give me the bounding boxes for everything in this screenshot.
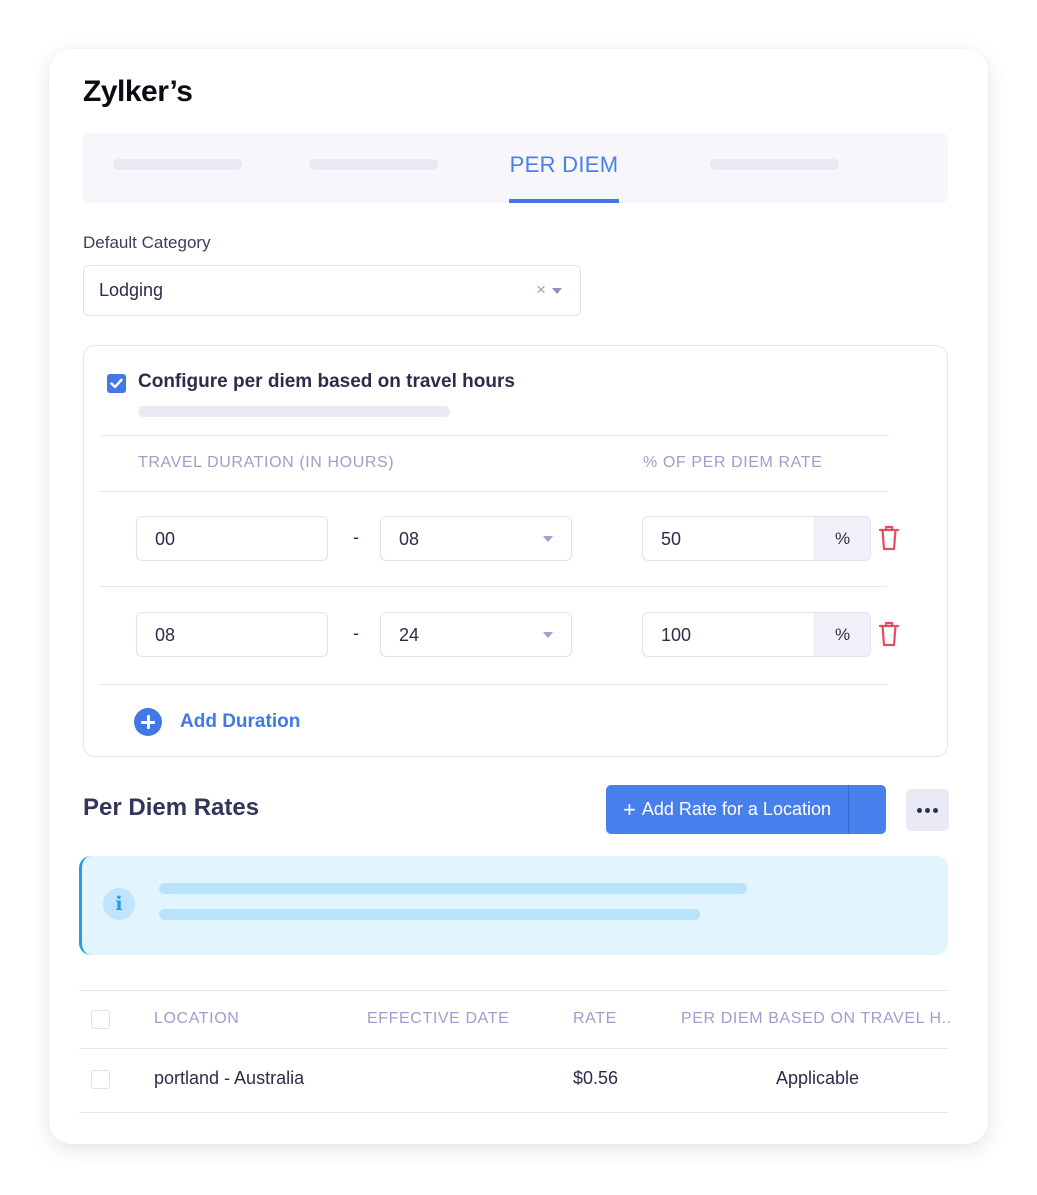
default-category-value: Lodging (99, 280, 164, 300)
range-separator: - (353, 623, 359, 643)
duration-to-select[interactable]: 24 (380, 612, 572, 657)
more-options-button[interactable] (906, 789, 949, 831)
add-duration-button[interactable]: Add Duration (134, 707, 300, 737)
active-tab-indicator (509, 199, 619, 203)
cell-based-on-hours: Applicable (776, 1068, 860, 1088)
clear-icon[interactable]: × (536, 280, 546, 300)
add-duration-label: Add Duration (180, 711, 301, 732)
percent-input[interactable]: 100 % (642, 612, 871, 657)
tab-placeholder-2[interactable] (309, 159, 438, 170)
divider (99, 684, 887, 685)
percent-suffix: % (814, 517, 870, 560)
travel-hours-checkbox-label: Configure per diem based on travel hours (138, 371, 515, 392)
add-rate-label: Add Rate for a Location (641, 799, 831, 819)
default-category-label: Default Category (83, 233, 211, 252)
chevron-down-icon (543, 536, 553, 542)
chevron-down-icon[interactable] (552, 288, 562, 294)
duration-from-value: 08 (155, 625, 176, 645)
info-text-placeholder (159, 909, 700, 920)
tab-per-diem-label: PER DIEM (509, 152, 619, 177)
duration-to-select[interactable]: 08 (380, 516, 572, 561)
row-checkbox[interactable] (91, 1070, 110, 1089)
col-header-per-diem-travel-hours[interactable]: PER DIEM BASED ON TRAVEL H.. (681, 1010, 952, 1028)
tab-placeholder-4[interactable] (710, 159, 839, 170)
trash-icon[interactable] (877, 524, 901, 552)
divider (99, 491, 887, 492)
divider (99, 586, 887, 587)
dot (925, 807, 930, 813)
range-separator: - (353, 527, 359, 547)
default-category-select[interactable]: Lodging × (83, 265, 581, 316)
info-banner: i (79, 856, 948, 955)
col-header-rate[interactable]: RATE (573, 1010, 617, 1028)
tab-placeholder-1[interactable] (113, 159, 242, 170)
cell-rate: $0.56 (573, 1068, 619, 1088)
page-title: Zylker’s (83, 75, 193, 108)
dot (933, 807, 938, 813)
add-rate-button[interactable]: + Add Rate for a Location (606, 785, 848, 834)
percent-input[interactable]: 50 % (642, 516, 871, 561)
table-top-border (79, 990, 948, 991)
chevron-down-icon (543, 632, 553, 638)
plus-circle-icon (134, 708, 162, 736)
duration-from-value: 00 (155, 529, 176, 549)
checkmark-icon (110, 378, 123, 389)
travel-hours-panel: Configure per diem based on travel hours… (83, 345, 948, 757)
col-header-duration: TRAVEL DURATION (IN HOURS) (138, 454, 395, 471)
duration-to-value: 08 (399, 529, 420, 549)
percent-value: 50 (661, 529, 682, 549)
divider (79, 1048, 948, 1049)
info-icon: i (103, 888, 135, 920)
duration-from-input[interactable]: 00 (136, 516, 328, 561)
divider (101, 435, 889, 436)
duration-to-value: 24 (399, 625, 420, 645)
per-diem-rates-title: Per Diem Rates (83, 794, 260, 821)
add-rate-split-button: + Add Rate for a Location (606, 785, 886, 834)
description-placeholder (138, 406, 450, 417)
col-header-effective-date[interactable]: EFFECTIVE DATE (367, 1010, 509, 1028)
tab-bar: PER DIEM (83, 133, 948, 203)
settings-card: Zylker’s PER DIEM Default Category Lodgi… (49, 49, 988, 1144)
select-all-checkbox[interactable] (91, 1010, 110, 1029)
tab-per-diem[interactable]: PER DIEM (509, 133, 619, 203)
cell-location[interactable]: portland - Australia (154, 1068, 304, 1089)
duration-from-input[interactable]: 08 (136, 612, 328, 657)
percent-value: 100 (661, 625, 692, 645)
plus-icon: + (623, 796, 636, 822)
percent-suffix: % (814, 613, 870, 656)
dot (917, 807, 922, 813)
add-rate-dropdown-toggle[interactable] (849, 785, 886, 834)
travel-hours-checkbox[interactable] (107, 374, 126, 393)
col-header-percent: % OF PER DIEM RATE (643, 454, 823, 471)
col-header-location[interactable]: LOCATION (154, 1010, 239, 1028)
trash-icon[interactable] (877, 620, 901, 648)
divider (79, 1112, 948, 1113)
info-text-placeholder (159, 883, 747, 894)
